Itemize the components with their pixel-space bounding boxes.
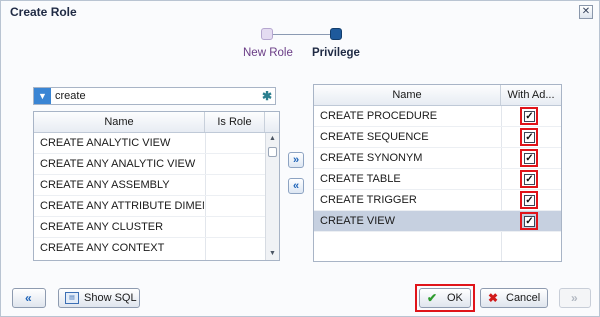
chevron-right-icon[interactable]: » [288,152,304,168]
with-admin-checkbox[interactable]: ✓ [524,111,535,122]
next-button: » [559,288,591,308]
highlight-box: ✓ [520,170,538,188]
train-step-privilege: Privilege [312,47,360,59]
with-admin-checkbox[interactable]: ✓ [524,174,535,185]
row-name: CREATE TRIGGER [320,194,417,206]
vertical-scrollbar[interactable]: ▲ ▼ [265,133,279,260]
cancel-label: Cancel [506,292,541,304]
train-step-new-role[interactable]: New Role [243,47,293,59]
search-box: ▼ ✱ [33,87,276,105]
available-privileges-table: Name Is Role CREATE ANALYTIC VIEW CREATE… [33,111,280,261]
train-step-privilege-marker [330,28,342,40]
table-row[interactable]: CREATE ANY ASSEMBLY [34,175,265,196]
clear-icon[interactable]: ✱ [262,89,272,103]
back-button[interactable]: « [12,288,46,308]
highlight-box: ✓ [520,149,538,167]
row-name: CREATE ANALYTIC VIEW [40,137,171,149]
with-admin-checkbox[interactable]: ✓ [524,132,535,143]
row-name: CREATE ANY ANALYTIC VIEW [40,158,196,170]
ok-label: OK [447,292,463,304]
row-name: CREATE TABLE [320,173,401,185]
dropdown-icon[interactable]: ▼ [34,88,51,104]
scroll-down-icon[interactable]: ▼ [266,248,279,260]
table-row[interactable]: CREATE ANY ANALYTIC VIEW [34,154,265,175]
train-step-new-role-marker[interactable] [261,28,273,40]
highlight-box: ✓ [520,191,538,209]
show-sql-button[interactable]: ▤ Show SQL [58,288,140,308]
ok-button[interactable]: ✔ OK [419,288,471,308]
chevron-left-icon[interactable]: « [288,178,304,194]
table-row[interactable]: CREATE PROCEDURE ✓ [314,106,561,127]
column-header-with-admin[interactable]: With Ad... [501,85,561,105]
show-sql-label: Show SQL [84,292,137,304]
row-name: CREATE ANY ATTRIBUTE DIMENSION [40,200,204,212]
table-header: Name With Ad... [314,85,561,106]
with-admin-checkbox[interactable]: ✓ [524,195,535,206]
row-name: CREATE ANY ASSEMBLY [40,179,170,191]
table-row[interactable]: CREATE TRIGGER ✓ [314,190,561,211]
column-header-name[interactable]: Name [314,85,501,105]
cancel-icon: ✖ [488,291,499,305]
create-role-dialog: Create Role ✕ New Role Privilege ▼ ✱ Nam… [0,0,600,317]
row-name: CREATE PROCEDURE [320,110,438,122]
table-row[interactable]: CREATE SYNONYM ✓ [314,148,561,169]
row-name: CREATE ANY CONTEXT [40,242,165,254]
table-row[interactable]: CREATE TABLE ✓ [314,169,561,190]
row-name: CREATE SEQUENCE [320,131,429,143]
table-row[interactable]: CREATE ANY ATTRIBUTE DIMENSION [34,196,265,217]
highlight-box: ✓ [520,128,538,146]
with-admin-checkbox[interactable]: ✓ [524,153,535,164]
search-input[interactable] [55,88,255,104]
close-icon[interactable]: ✕ [579,5,593,19]
column-header-is-role[interactable]: Is Role [205,112,265,132]
row-name: CREATE VIEW [320,215,395,227]
train-connector [273,34,331,35]
table-row[interactable]: CREATE SEQUENCE ✓ [314,127,561,148]
scroll-thumb[interactable] [268,147,277,157]
row-name: CREATE ANY CLUSTER [40,221,164,233]
highlight-box: ✓ [520,212,538,230]
table-row-selected[interactable]: CREATE VIEW ✓ [314,211,561,232]
highlight-box: ✓ [520,107,538,125]
table-header: Name Is Role [34,112,279,133]
sql-icon: ▤ [65,292,79,304]
back-icon: « [25,291,32,305]
table-row[interactable]: CREATE ANY CONTEXT [34,238,265,259]
next-icon: » [571,291,578,305]
checkmark-icon: ✔ [427,291,438,305]
table-row[interactable]: CREATE ANALYTIC VIEW [34,133,265,154]
selected-privileges-table: Name With Ad... CREATE PROCEDURE ✓ CREAT… [313,84,562,262]
with-admin-checkbox[interactable]: ✓ [524,216,535,227]
cancel-button[interactable]: ✖ Cancel [480,288,548,308]
scroll-up-icon[interactable]: ▲ [266,133,279,145]
table-row[interactable]: CREATE ANY CLUSTER [34,217,265,238]
row-name: CREATE SYNONYM [320,152,423,164]
column-header-name[interactable]: Name [34,112,205,132]
dialog-title: Create Role [10,5,77,19]
